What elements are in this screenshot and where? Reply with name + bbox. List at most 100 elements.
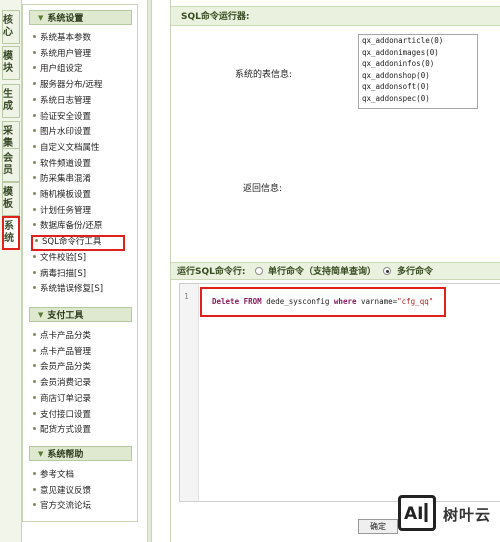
single-line-label[interactable]: 单行命令（支持简单查询）	[268, 263, 376, 281]
menu-item[interactable]: 随机模板设置	[33, 188, 91, 202]
menu-item[interactable]: 系统用户管理	[33, 47, 91, 61]
line-gutter: 1	[180, 284, 199, 501]
return-info-label: 返回信息:	[243, 184, 283, 194]
menu-item[interactable]: 参考文档	[33, 468, 74, 482]
bullet-icon	[33, 66, 36, 70]
group-system-settings[interactable]: ▼ 系统设置	[29, 10, 132, 25]
menu-item[interactable]: 系统错误修复[S]	[33, 282, 103, 296]
menu-item[interactable]: 文件校验[S]	[33, 251, 86, 265]
menu-item[interactable]: 用户组设定	[33, 62, 83, 76]
tab-core[interactable]: 核心	[2, 10, 20, 44]
table-list-item[interactable]: qx_addoninfos(0)	[359, 58, 477, 70]
run-mode-bar: 运行SQL命令行: 单行命令（支持简单查询） 多行命令	[171, 262, 500, 280]
tab-templates[interactable]: 模板	[2, 182, 20, 216]
bullet-icon	[33, 472, 36, 475]
menu-item-label: 参考文档	[40, 470, 75, 480]
menu-item[interactable]: 服务器分布/远程	[33, 78, 102, 92]
multi-line-radio[interactable]	[383, 267, 391, 275]
svg-text:AI: AI	[404, 504, 423, 524]
tab-generate[interactable]: 生成	[2, 84, 20, 118]
left-tab-strip: 核心 模块 生成 采集 会员 模板 系统	[0, 0, 22, 542]
menu-item[interactable]: 防采集串混淆	[33, 172, 91, 186]
menu-item-label: 系统基本参数	[40, 33, 92, 43]
bullet-icon	[33, 395, 36, 399]
single-line-radio[interactable]	[255, 267, 263, 275]
tab-members[interactable]: 会员	[2, 148, 20, 182]
sql-code-line[interactable]: Delete FROM dede_sysconfig where varname…	[200, 287, 446, 317]
table-list[interactable]: qx_addonarticle(0) qx_addonimages(0) qx_ad…	[358, 34, 478, 109]
menu-item-label: 会员产品分类	[40, 362, 92, 373]
menu-item[interactable]: 会员产品分类	[33, 360, 91, 374]
bullet-icon	[33, 487, 36, 491]
menu-item[interactable]: 会员消费记录	[33, 376, 91, 390]
group-system-help[interactable]: ▼ 系统帮助	[29, 446, 132, 461]
bullet-icon	[33, 129, 36, 133]
menu-item-label: 用户组设定	[40, 64, 83, 75]
panel-title: SQL命令运行器:	[171, 6, 500, 26]
bullet-icon	[33, 270, 36, 274]
frame-splitter[interactable]	[147, 0, 152, 542]
menu-item[interactable]: 点卡产品管理	[33, 345, 91, 359]
bullet-icon	[33, 380, 36, 384]
table-list-item[interactable]: qx_addonshop(0)	[359, 70, 477, 82]
menu-item[interactable]: 系统基本参数	[33, 31, 91, 45]
table-info-label: 系统的表信息:	[235, 70, 293, 80]
menu-item[interactable]: 商店订单记录	[33, 392, 91, 406]
bullet-icon	[33, 97, 36, 101]
tab-modules[interactable]: 模块	[2, 46, 20, 80]
menu-item[interactable]: 支付接口设置	[33, 408, 91, 422]
watermark: AI 树叶云	[395, 492, 500, 534]
menu-item[interactable]: SQL命令行工具	[31, 235, 126, 252]
bullet-icon	[33, 82, 36, 86]
menu-item-label: 服务器分布/远程	[40, 80, 103, 91]
menu-item-label: 验证安全设置	[40, 111, 92, 122]
table-list-item[interactable]: qx_addonimages(0)	[359, 47, 477, 59]
bullet-icon	[33, 144, 36, 148]
menu-column: ▼ 系统设置 系统基本参数系统用户管理 用户组设定服务器分布/远程 系统日志管理 验证…	[22, 4, 138, 522]
confirm-button[interactable]: 确定	[358, 519, 398, 534]
menu-item[interactable]: 点卡产品分类	[33, 329, 91, 343]
menu-item[interactable]: 自定义文档属性	[33, 141, 100, 155]
bullet-icon	[33, 286, 36, 290]
menu-item-label: 支付接口设置	[40, 409, 92, 420]
bullet-icon	[33, 427, 36, 431]
bullet-icon	[33, 223, 36, 227]
sql-table-name: dede_sysconfig	[266, 297, 330, 306]
bullet-icon	[33, 207, 36, 211]
tab-system[interactable]: 系统	[2, 216, 20, 250]
bullet-icon	[33, 333, 36, 336]
menu-item-label: 系统日志管理	[40, 95, 92, 106]
menu-item-label: 配货方式设置	[40, 425, 92, 436]
table-list-item[interactable]: qx_addonarticle(0)	[359, 35, 477, 47]
menu-item-label: 会员消费记录	[40, 378, 92, 389]
menu-item[interactable]: 配货方式设置	[33, 423, 91, 437]
menu-item-label: 随机模板设置	[40, 190, 92, 200]
menu-item[interactable]: 官方交流论坛	[33, 499, 91, 513]
bullet-icon	[33, 503, 36, 507]
multi-line-label[interactable]: 多行命令	[397, 263, 433, 281]
sql-editor[interactable]: 1 Delete FROM dede_sysconfig where varna…	[179, 283, 500, 502]
menu-item[interactable]: 意见建议反馈	[33, 484, 91, 498]
menu-item-label: 系统错误修复[S]	[40, 284, 104, 295]
menu-item-label: 自定义文档属性	[40, 142, 100, 153]
group-payment-tools[interactable]: ▼ 支付工具	[29, 307, 132, 322]
triangle-down-icon: ▼	[38, 13, 44, 22]
watermark-logo-icon: AI	[398, 495, 436, 531]
sql-keyword-delete: Delete	[212, 297, 240, 306]
table-list-item[interactable]: qx_addonsoft(0)	[359, 81, 477, 93]
menu-item[interactable]: 计划任务管理	[33, 204, 91, 218]
menu-item[interactable]: 数据库备份/还原	[33, 219, 102, 233]
menu-item[interactable]: 系统日志管理	[33, 94, 91, 108]
menu-item[interactable]: 病毒扫描[S]	[33, 267, 86, 281]
menu-item[interactable]: 图片水印设置	[33, 125, 91, 139]
bullet-icon	[33, 192, 36, 195]
sql-condition-field: varname=	[361, 297, 398, 306]
table-list-item[interactable]: qx_addonspec(0)	[359, 93, 477, 105]
watermark-text: 树叶云	[443, 506, 492, 524]
bullet-icon	[33, 113, 36, 117]
bullet-icon	[33, 364, 36, 368]
menu-item-label: 病毒扫描[S]	[40, 268, 87, 279]
menu-item[interactable]: 软件频道设置	[33, 157, 91, 171]
menu-item-label: 商店订单记录	[40, 393, 92, 404]
menu-item[interactable]: 验证安全设置	[33, 110, 91, 124]
